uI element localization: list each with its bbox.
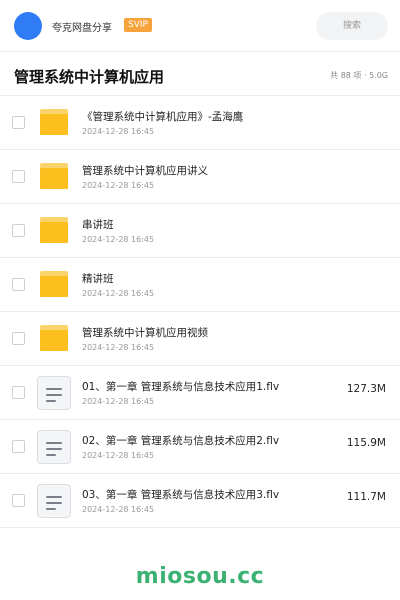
item-name: 01、第一章 管理系统与信息技术应用1.flv (82, 381, 280, 393)
item-date: 2024-12-28 16:45 (82, 397, 155, 406)
list-item[interactable]: 管理系统中计算机应用视频 2024-12-28 16:45 (0, 312, 400, 366)
watermark-brand: miosou.cc (135, 564, 265, 589)
item-name: 《管理系统中计算机应用》-孟海鹰 (82, 111, 244, 123)
select-checkbox[interactable] (12, 170, 25, 183)
file-list: 《管理系统中计算机应用》-孟海鹰 2024-12-28 16:45 管理系统中计… (0, 96, 400, 528)
page-title: 管理系统中计算机应用 (14, 68, 165, 86)
folder-title-row: 管理系统中计算机应用 共 88 项 · 5.0G (0, 52, 400, 96)
folder-icon (38, 324, 70, 356)
select-checkbox[interactable] (12, 116, 25, 129)
list-item[interactable]: 精讲班 2024-12-28 16:45 (0, 258, 400, 312)
footer: miosou.cc (0, 552, 400, 600)
list-item[interactable]: 01、第一章 管理系统与信息技术应用1.flv 2024-12-28 16:45… (0, 366, 400, 420)
item-date: 2024-12-28 16:45 (82, 235, 155, 244)
select-checkbox[interactable] (12, 386, 25, 399)
item-name: 管理系统中计算机应用讲义 (82, 165, 208, 177)
select-checkbox[interactable] (12, 440, 25, 453)
svip-badge: SVIP (124, 18, 152, 32)
item-name: 管理系统中计算机应用视频 (82, 327, 208, 339)
item-size: 111.7M (346, 491, 386, 503)
select-checkbox[interactable] (12, 494, 25, 507)
item-name: 03、第一章 管理系统与信息技术应用3.flv (82, 489, 280, 501)
avatar[interactable] (14, 12, 42, 40)
list-item[interactable]: 《管理系统中计算机应用》-孟海鹰 2024-12-28 16:45 (0, 96, 400, 150)
folder-icon (38, 216, 70, 248)
select-checkbox[interactable] (12, 278, 25, 291)
item-date: 2024-12-28 16:45 (82, 343, 155, 352)
item-size: 127.3M (346, 383, 386, 395)
item-date: 2024-12-28 16:45 (82, 289, 155, 298)
list-item[interactable]: 02、第一章 管理系统与信息技术应用2.flv 2024-12-28 16:45… (0, 420, 400, 474)
item-name: 精讲班 (82, 273, 114, 285)
item-date: 2024-12-28 16:45 (82, 451, 155, 460)
sharer-name: 夸克网盘分享 (52, 23, 112, 34)
video-file-icon (37, 430, 71, 464)
item-date: 2024-12-28 16:45 (82, 127, 155, 136)
item-date: 2024-12-28 16:45 (82, 181, 155, 190)
select-checkbox[interactable] (12, 224, 25, 237)
item-summary: 共 88 项 · 5.0G (330, 71, 388, 80)
video-file-icon (37, 484, 71, 518)
search-button[interactable]: 搜索 (316, 12, 388, 40)
item-name: 串讲班 (82, 219, 114, 231)
folder-icon (38, 270, 70, 302)
folder-icon (38, 108, 70, 140)
select-checkbox[interactable] (12, 332, 25, 345)
list-item[interactable]: 03、第一章 管理系统与信息技术应用3.flv 2024-12-28 16:45… (0, 474, 400, 528)
item-size: 115.9M (346, 437, 386, 449)
list-item[interactable]: 串讲班 2024-12-28 16:45 (0, 204, 400, 258)
list-item[interactable]: 管理系统中计算机应用讲义 2024-12-28 16:45 (0, 150, 400, 204)
video-file-icon (37, 376, 71, 410)
folder-icon (38, 162, 70, 194)
header-bar: 夸克网盘分享 SVIP 搜索 (0, 0, 400, 52)
item-date: 2024-12-28 16:45 (82, 505, 155, 514)
item-name: 02、第一章 管理系统与信息技术应用2.flv (82, 435, 280, 447)
